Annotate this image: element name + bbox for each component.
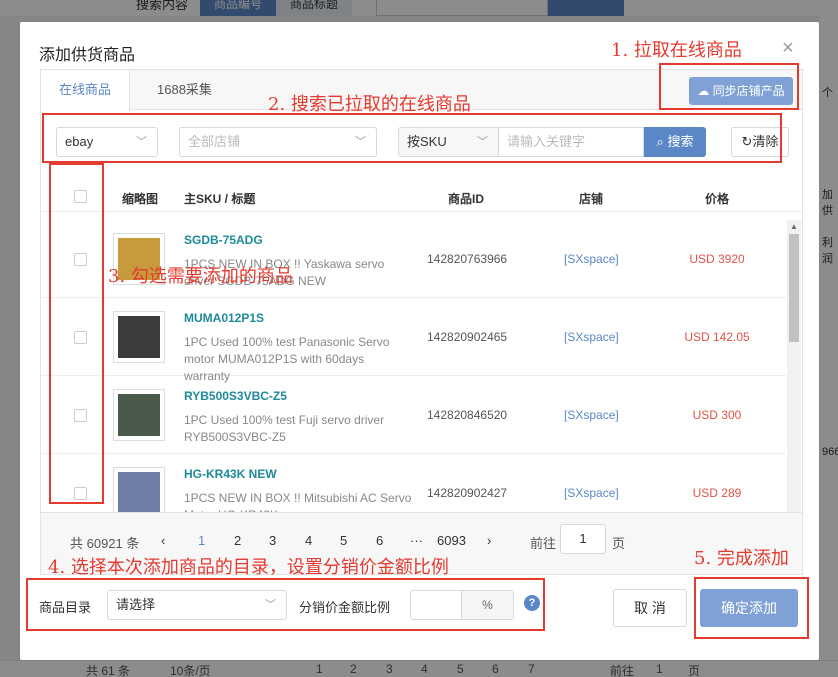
- annotation-step-5: 5. 完成添加: [694, 548, 789, 569]
- product-title: 1PC Used 100% test Fuji servo driver RYB…: [184, 413, 385, 444]
- annotation-step-3: 3. 勾选需要添加的商品: [108, 266, 293, 287]
- product-store: [SXspace]: [564, 408, 619, 422]
- page-number[interactable]: 3: [269, 533, 276, 548]
- scroll-thumb[interactable]: [789, 234, 799, 342]
- product-store: [SXspace]: [564, 330, 619, 344]
- table-scrollbar[interactable]: ▲ ▼: [787, 220, 801, 526]
- page-number[interactable]: 6: [376, 533, 383, 548]
- page-number[interactable]: 5: [340, 533, 347, 548]
- column-price: 价格: [705, 192, 730, 206]
- product-price: USD 289: [692, 486, 742, 500]
- product-table-body: SGDB-75ADG 1PCS NEW IN BOX !! Yaskawa se…: [41, 212, 786, 512]
- product-thumbnail: [113, 467, 165, 512]
- pagination-total: 共 60921 条: [70, 536, 140, 551]
- page-number[interactable]: 4: [305, 533, 312, 548]
- product-sku[interactable]: SGDB-75ADG: [184, 233, 263, 247]
- product-price: USD 142.05: [684, 330, 750, 344]
- product-sku[interactable]: MUMA012P1S: [184, 311, 264, 325]
- column-sku-title: 主SKU / 标题: [184, 192, 256, 206]
- table-row[interactable]: HG-KR43K NEW 1PCS NEW IN BOX !! Mitsubis…: [41, 454, 786, 512]
- product-store: [SXspace]: [564, 486, 619, 500]
- cancel-button[interactable]: 取 消: [613, 589, 687, 627]
- annotation-step-2: 2. 搜索已拉取的在线商品: [268, 94, 471, 115]
- product-price: USD 3920: [689, 252, 745, 266]
- product-sku[interactable]: HG-KR43K NEW: [184, 467, 277, 481]
- prev-page-icon[interactable]: ‹: [161, 533, 165, 548]
- table-row[interactable]: RYB500S3VBC-Z5 1PC Used 100% test Fuji s…: [41, 376, 786, 454]
- product-store: [SXspace]: [564, 252, 619, 266]
- column-thumbnail: 缩略图: [122, 192, 159, 206]
- annotation-box-checkboxes: [49, 163, 104, 504]
- product-thumbnail: [113, 389, 165, 441]
- product-id: 142820846520: [427, 408, 508, 422]
- product-price: USD 300: [692, 408, 742, 422]
- column-product-id: 商品ID: [448, 192, 485, 206]
- product-sku[interactable]: RYB500S3VBC-Z5: [184, 389, 287, 403]
- product-id: 142820902427: [427, 486, 508, 500]
- goto-unit: 页: [612, 536, 626, 551]
- annotation-step-4: 4. 选择本次添加商品的目录，设置分销价金额比例: [48, 557, 449, 578]
- next-page-icon[interactable]: ›: [487, 533, 491, 548]
- annotation-box-confirm: [694, 577, 809, 639]
- modal-title: 添加供货商品: [39, 47, 136, 64]
- pagination-ellipsis[interactable]: ···: [410, 533, 423, 548]
- column-store: 店铺: [579, 192, 604, 206]
- page-number-last[interactable]: 6093: [437, 533, 466, 548]
- product-thumbnail: [113, 311, 165, 363]
- scroll-up-icon[interactable]: ▲: [790, 222, 798, 231]
- product-id: 142820763966: [427, 252, 508, 266]
- goto-label: 前往: [530, 536, 557, 551]
- close-icon[interactable]: ×: [782, 37, 794, 60]
- annotation-step-1: 1. 拉取在线商品: [611, 40, 742, 61]
- page-number[interactable]: 2: [234, 533, 241, 548]
- product-title: 1PCS NEW IN BOX !! Mitsubishi AC Servo M…: [184, 491, 412, 512]
- annotation-box-sync: [659, 63, 799, 110]
- product-id: 142820902465: [427, 330, 508, 344]
- annotation-box-filters: [42, 113, 782, 163]
- table-header: 缩略图 主SKU / 标题 商品ID 店铺 价格: [41, 182, 802, 212]
- tab-1688-collect[interactable]: 1688采集: [139, 70, 230, 110]
- goto-page-input[interactable]: 1: [560, 524, 606, 554]
- table-row[interactable]: MUMA012P1S 1PC Used 100% test Panasonic …: [41, 298, 786, 383]
- page-number[interactable]: 1: [198, 533, 205, 548]
- tab-online-products[interactable]: 在线商品: [41, 70, 131, 111]
- annotation-box-footer: [26, 578, 545, 631]
